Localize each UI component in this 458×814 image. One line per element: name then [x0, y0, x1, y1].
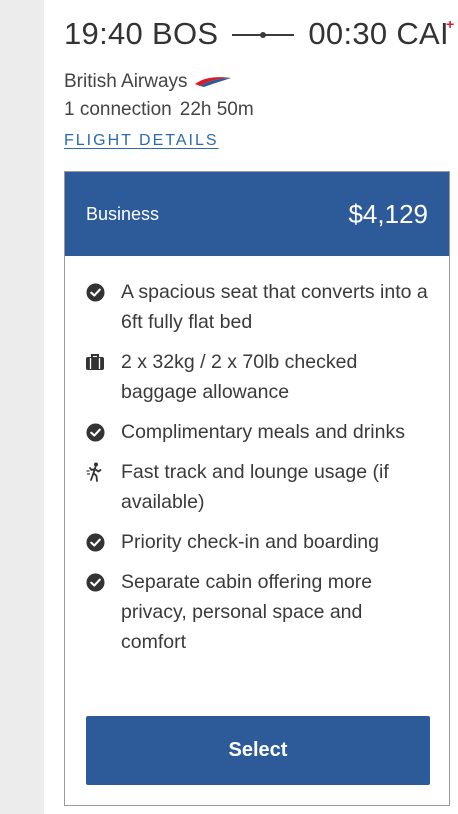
flight-details-link[interactable]: FLIGHT DETAILS	[64, 132, 219, 150]
feature-item: Separate cabin offering more privacy, pe…	[65, 567, 449, 657]
arrival-time: 00:30 CAI	[308, 16, 449, 51]
fast-track-walker-icon	[85, 462, 105, 482]
british-airways-logo-icon	[194, 77, 231, 87]
next-day-marker: +	[446, 16, 455, 32]
airline-row: British Airways	[64, 70, 232, 94]
flight-times: 19:40 BOS 00:30 CAI	[64, 14, 454, 54]
departure-time: 19:40 BOS	[64, 16, 219, 51]
left-gutter	[0, 0, 44, 814]
feature-text: Fast track and lounge usage (if availabl…	[121, 461, 389, 513]
airline-name: British Airways	[64, 71, 188, 92]
fare-header: Business $4,129	[65, 172, 449, 256]
feature-text: Complimentary meals and drinks	[121, 421, 405, 443]
fare-price: $4,129	[348, 198, 428, 229]
flight-result: 19:40 BOS 00:30 CAI + British Airways 1 …	[44, 0, 458, 814]
feature-item: Complimentary meals and drinks	[65, 417, 449, 447]
check-circle-icon	[85, 422, 105, 442]
flight-duration: 22h 50m	[179, 99, 254, 120]
route-line-icon	[232, 32, 295, 38]
feature-text: 2 x 32kg / 2 x 70lb checked baggage allo…	[121, 351, 358, 403]
fare-card: Business $4,129 A spacious seat that con…	[64, 171, 450, 806]
check-circle-icon	[85, 572, 105, 592]
feature-item: Fast track and lounge usage (if availabl…	[65, 457, 449, 517]
select-button[interactable]: Select	[86, 716, 430, 785]
connection-count: 1 connection	[64, 99, 172, 120]
feature-text: Separate cabin offering more privacy, pe…	[121, 571, 373, 653]
feature-item: A spacious seat that converts into a 6ft…	[65, 277, 449, 337]
cabin-name: Business	[86, 203, 160, 224]
feature-text: A spacious seat that converts into a 6ft…	[121, 281, 428, 333]
feature-list: A spacious seat that converts into a 6ft…	[65, 277, 449, 667]
feature-item: Priority check-in and boarding	[65, 527, 449, 557]
check-circle-icon	[85, 532, 105, 552]
check-circle-icon	[85, 282, 105, 302]
connection-row: 1 connection 22h 50m	[64, 99, 254, 123]
suitcase-icon	[85, 352, 105, 372]
feature-item: 2 x 32kg / 2 x 70lb checked baggage allo…	[65, 347, 449, 407]
feature-text: Priority check-in and boarding	[121, 531, 379, 553]
